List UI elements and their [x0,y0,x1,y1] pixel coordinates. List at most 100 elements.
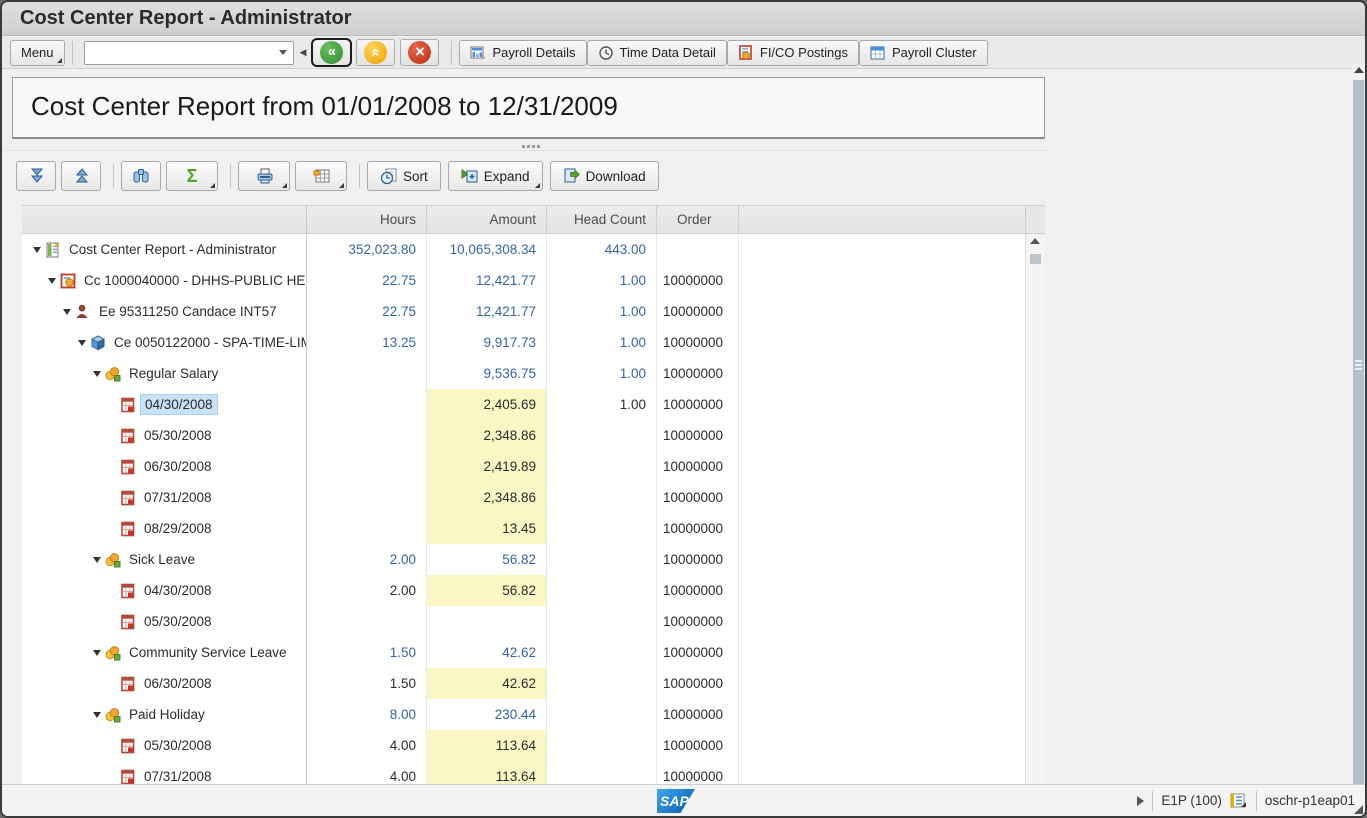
table-vertical-scrollbar[interactable] [1025,234,1045,787]
order-cell[interactable]: 10000000 [657,513,739,544]
head-count-cell[interactable] [547,668,657,699]
order-cell[interactable]: 10000000 [657,544,739,575]
hours-cell[interactable] [307,451,427,482]
table-row[interactable]: 07/31/20082,348.8610000000 [22,482,1025,513]
amount-cell[interactable]: 2,348.86 [427,482,547,513]
order-cell[interactable]: 10000000 [657,699,739,730]
table-row[interactable]: Regular Salary9,536.751.0010000000 [22,358,1025,389]
head-count-cell[interactable] [547,637,657,668]
session-info-icon[interactable] [1230,793,1248,809]
order-cell[interactable]: 10000000 [657,730,739,761]
amount-column-header[interactable]: Amount [427,206,547,233]
amount-cell[interactable]: 2,348.86 [427,420,547,451]
hours-cell[interactable]: 22.75 [307,296,427,327]
tree-node-label[interactable]: 08/29/2008 [140,519,216,538]
back-button[interactable] [312,39,351,66]
expand-arrow-icon[interactable] [75,340,88,346]
payroll-cluster-button[interactable]: Payroll Cluster [859,40,988,66]
hours-cell[interactable]: 2.00 [307,575,427,606]
order-cell[interactable]: 10000000 [657,451,739,482]
menu-button[interactable]: Menu [10,40,65,66]
amount-cell[interactable]: 56.82 [427,544,547,575]
order-cell[interactable]: 10000000 [657,606,739,637]
head-count-cell[interactable]: 443.00 [547,234,657,265]
head-count-cell[interactable] [547,482,657,513]
table-row[interactable]: 08/29/200813.4510000000 [22,513,1025,544]
sum-button[interactable]: Σ [166,161,218,191]
hours-cell[interactable]: 1.50 [307,637,427,668]
expand-all-button[interactable] [61,161,101,191]
amount-cell[interactable]: 12,421.77 [427,296,547,327]
head-count-cell[interactable] [547,575,657,606]
command-field[interactable] [84,41,294,65]
amount-cell[interactable]: 42.62 [427,637,547,668]
collapse-field-icon[interactable]: ◀ [300,47,307,58]
scroll-up-icon[interactable] [1030,238,1040,244]
sort-button[interactable]: Sort [367,161,441,191]
tree-node-label[interactable]: Community Service Leave [125,643,291,662]
amount-cell[interactable]: 42.62 [427,668,547,699]
expand-arrow-icon[interactable] [30,247,43,253]
tree-node-label[interactable]: 05/30/2008 [140,426,216,445]
order-cell[interactable]: 10000000 [657,389,739,420]
table-row[interactable]: 04/30/20082,405.691.0010000000 [22,389,1025,420]
order-cell[interactable] [657,234,739,265]
head-count-cell[interactable]: 1.00 [547,327,657,358]
order-cell[interactable]: 10000000 [657,265,739,296]
table-row[interactable]: Paid Holiday8.00230.4410000000 [22,699,1025,730]
amount-cell[interactable]: 9,536.75 [427,358,547,389]
expand-arrow-icon[interactable] [45,278,58,284]
head-count-cell[interactable] [547,451,657,482]
table-row[interactable]: 06/30/20081.5042.6210000000 [22,668,1025,699]
tree-node-label[interactable]: Paid Holiday [125,705,209,724]
hours-cell[interactable]: 1.50 [307,668,427,699]
table-row[interactable]: Ce 0050122000 - SPA-TIME-LIM13.259,917.7… [22,327,1025,358]
tree-node-label[interactable]: Cc 1000040000 - DHHS-PUBLIC HE [80,271,307,290]
order-cell[interactable]: 10000000 [657,575,739,606]
hours-cell[interactable]: 4.00 [307,730,427,761]
window-vertical-scrollbar[interactable] [1352,64,1365,788]
hours-cell[interactable] [307,606,427,637]
order-cell[interactable]: 10000000 [657,668,739,699]
scrollbar-thumb[interactable] [1030,254,1041,264]
order-cell[interactable]: 10000000 [657,420,739,451]
head-count-cell[interactable]: 1.00 [547,389,657,420]
hours-column-header[interactable]: Hours [307,206,427,233]
table-row[interactable]: 05/30/2008 10000000 [22,606,1025,637]
hours-cell[interactable]: 22.75 [307,265,427,296]
collapse-all-button[interactable] [16,161,56,191]
hours-cell[interactable]: 13.25 [307,327,427,358]
head-count-cell[interactable] [547,730,657,761]
payroll-details-button[interactable]: Payroll Details [459,40,586,66]
table-row[interactable]: Cc 1000040000 - DHHS-PUBLIC HE22.7512,42… [22,265,1025,296]
amount-cell[interactable]: 2,405.69 [427,389,547,420]
tree-node-label[interactable]: 04/30/2008 [140,581,216,600]
hours-cell[interactable]: 8.00 [307,699,427,730]
expand-arrow-icon[interactable] [90,371,103,377]
table-row[interactable]: 06/30/20082,419.8910000000 [22,451,1025,482]
tree-node-label[interactable]: 05/30/2008 [140,612,216,631]
layout-button[interactable] [295,161,347,191]
expand-arrow-icon[interactable] [90,712,103,718]
tree-node-label[interactable]: 05/30/2008 [140,736,216,755]
hours-cell[interactable]: 2.00 [307,544,427,575]
tree-node-label[interactable]: 06/30/2008 [140,457,216,476]
splitter-handle[interactable] [2,142,1047,152]
table-row[interactable]: Ee 95311250 Candace INT5722.7512,421.771… [22,296,1025,327]
order-column-header[interactable]: Order [657,206,739,233]
tree-node-label[interactable]: Ce 0050122000 - SPA-TIME-LIM [110,333,307,352]
fico-postings-button[interactable]: FI/CO Postings [727,40,859,66]
table-row[interactable]: Sick Leave2.0056.8210000000 [22,544,1025,575]
cancel-button[interactable] [400,39,439,66]
tree-node-label[interactable]: Regular Salary [125,364,222,383]
table-row[interactable]: 04/30/20082.0056.8210000000 [22,575,1025,606]
head-count-cell[interactable]: 1.00 [547,358,657,389]
amount-cell[interactable]: 113.64 [427,730,547,761]
tree-node-label[interactable]: Ee 95311250 Candace INT57 [95,302,281,321]
chevron-down-icon[interactable] [279,50,287,55]
head-count-cell[interactable] [547,699,657,730]
table-row[interactable]: 05/30/2008 4.00113.64 10000000 [22,730,1025,761]
expand-arrow-icon[interactable] [60,309,73,315]
order-cell[interactable]: 10000000 [657,482,739,513]
hours-cell[interactable] [307,389,427,420]
